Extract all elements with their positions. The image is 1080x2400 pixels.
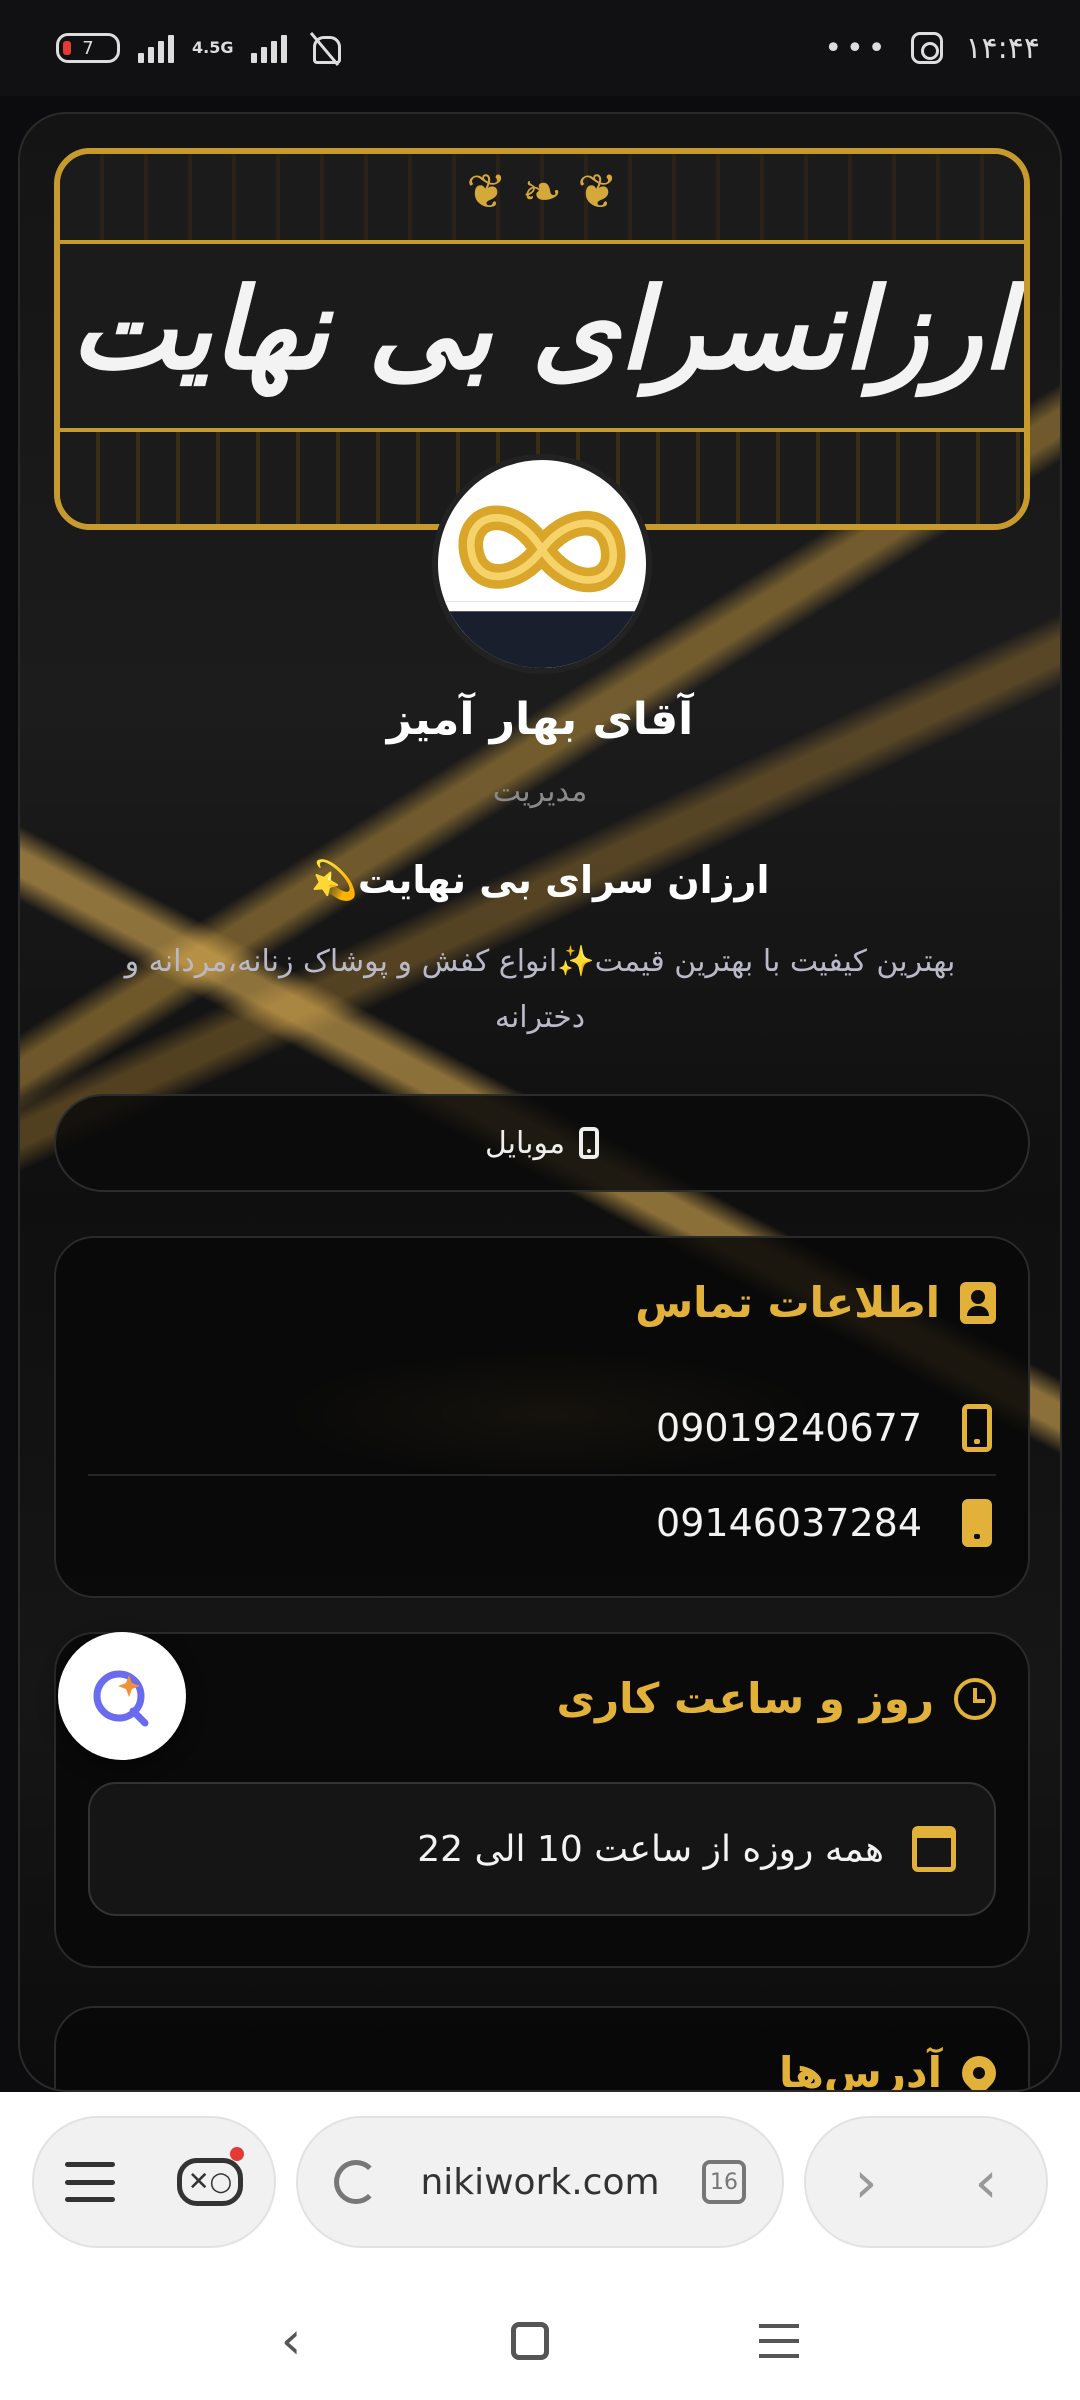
- owner-role: مدیریت: [492, 774, 588, 809]
- tab-count-button[interactable]: 16: [702, 2160, 746, 2204]
- hours-text: همه روزه از ساعت 10 الی 22: [417, 1828, 884, 1870]
- system-nav-bar: ‹: [0, 2282, 1080, 2400]
- address-bar[interactable]: nikiwork.com 16: [296, 2116, 784, 2248]
- ai-assistant-icon: [93, 1670, 149, 1727]
- banner-title: ارزانسرای بی نهایت: [70, 264, 1014, 395]
- location-pin-icon: [954, 2048, 1004, 2090]
- browser-menu-pill: ✕○: [32, 2116, 276, 2248]
- hours-title-text: روز و ساعت کاری: [556, 1674, 934, 1723]
- contact-title-text: اطلاعات تماس: [635, 1278, 940, 1327]
- status-bar: 7 4.5G ••• ۱۴:۴۴: [0, 0, 1080, 96]
- back-chevron-icon[interactable]: ‹: [974, 2153, 997, 2211]
- contact-card-icon: [960, 1281, 996, 1324]
- status-left: 7 4.5G: [56, 28, 345, 68]
- battery-level: 7: [82, 37, 94, 59]
- calendar-icon: [912, 1826, 956, 1872]
- mobile-button-label: موبایل: [484, 1125, 566, 1161]
- status-right: ••• ۱۴:۴۴: [824, 31, 1040, 66]
- reload-icon[interactable]: [334, 2160, 378, 2204]
- addresses-card: آدرس‌ها: [54, 2006, 1030, 2092]
- working-hours-card: روز و ساعت کاری همه روزه از ساعت 10 الی …: [54, 1632, 1030, 1968]
- business-description: بهترین کیفیت با بهترین قیمت✨انواع کفش و …: [124, 944, 956, 1035]
- tab-count: 16: [710, 2169, 738, 2195]
- avatar[interactable]: [432, 454, 652, 674]
- mobile-phone-filled-icon: [962, 1499, 992, 1547]
- phone-row-1[interactable]: 09019240677: [88, 1382, 996, 1476]
- nav-home-icon[interactable]: [511, 2322, 550, 2360]
- browser-nav-pill: › ‹: [804, 2116, 1048, 2248]
- signal-icon-2: [251, 33, 288, 63]
- banner-ornament-icon: ❦ ❧ ❦: [466, 164, 618, 220]
- status-time: ۱۴:۴۴: [965, 30, 1040, 66]
- network-type: 4.5G: [192, 38, 234, 57]
- addresses-title-text: آدرس‌ها: [779, 2048, 942, 2092]
- instagram-icon: [911, 32, 944, 64]
- more-notifications-icon: •••: [824, 30, 890, 66]
- contact-card: اطلاعات تماس 09019240677 09146037284: [54, 1236, 1030, 1598]
- contact-title: اطلاعات تماس: [635, 1278, 996, 1327]
- phone-number-1[interactable]: 09019240677: [656, 1406, 922, 1450]
- mute-icon: [305, 28, 345, 68]
- url-text[interactable]: nikiwork.com: [420, 2162, 659, 2203]
- phone-number-2[interactable]: 09146037284: [656, 1501, 922, 1545]
- ai-assistant-button[interactable]: [58, 1632, 186, 1760]
- signal-icon: [138, 33, 174, 63]
- addresses-title: آدرس‌ها: [779, 2048, 1004, 2092]
- profile-page[interactable]: ❦ ❧ ❦ ارزانسرای بی نهایت آقای بهار آمیز …: [18, 112, 1062, 2092]
- gamepad-icon[interactable]: ✕○: [177, 2147, 244, 2206]
- hours-title: روز و ساعت کاری: [556, 1674, 996, 1723]
- phone-row-2[interactable]: 09146037284: [88, 1476, 996, 1570]
- mobile-phone-icon: [962, 1404, 992, 1452]
- business-tagline: ارزان سرای بی نهایت💫: [310, 858, 770, 902]
- notification-dot: [230, 2147, 244, 2161]
- mobile-button[interactable]: موبایل: [54, 1094, 1030, 1192]
- clock-icon: [954, 1677, 996, 1720]
- hours-item: همه روزه از ساعت 10 الی 22: [88, 1782, 996, 1916]
- nav-back-icon[interactable]: ‹: [281, 2311, 302, 2371]
- infinity-logo-icon: [438, 505, 646, 668]
- forward-chevron-icon[interactable]: ›: [854, 2153, 877, 2211]
- menu-icon[interactable]: [65, 2162, 115, 2202]
- battery-icon: 7: [56, 33, 120, 63]
- mobile-phone-icon: [579, 1127, 600, 1159]
- nav-recents-icon[interactable]: [759, 2324, 800, 2358]
- owner-name: آقای بهار آمیز: [386, 694, 694, 745]
- browser-toolbar: ✕○ nikiwork.com 16 › ‹ ‹: [0, 2092, 1080, 2400]
